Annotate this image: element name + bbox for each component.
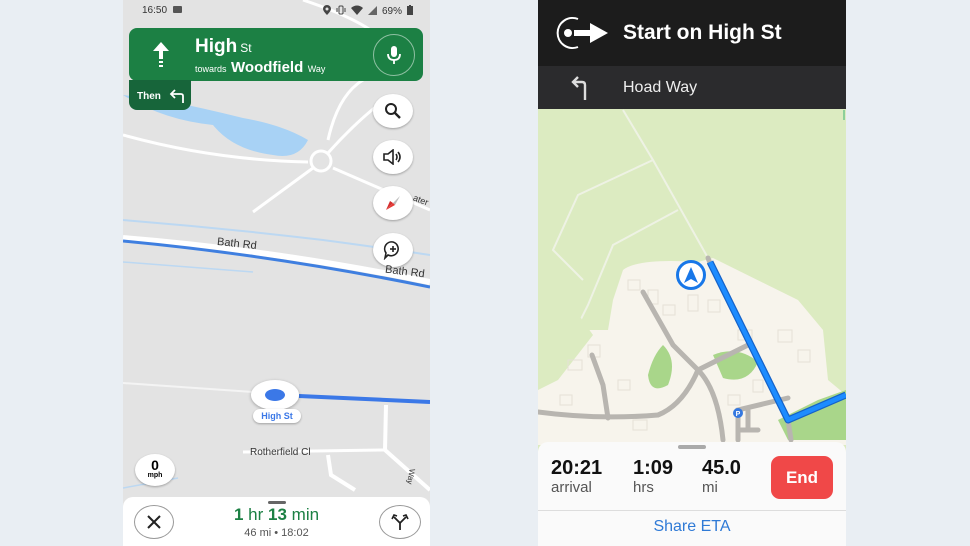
svg-text:P: P — [736, 411, 741, 418]
add-report-icon — [383, 241, 399, 260]
vibrate-icon — [336, 5, 346, 18]
arrival-label: arrival — [551, 479, 592, 496]
maneuver-banner[interactable]: High St towards Woodfield Way — [129, 28, 423, 81]
volume-button[interactable] — [373, 140, 413, 174]
turn-left-icon — [169, 89, 184, 103]
volume-icon — [383, 149, 401, 165]
battery-icon — [407, 5, 413, 18]
divider — [538, 510, 846, 511]
start-route-icon — [556, 17, 608, 49]
trip-distance: 46 mi — [244, 527, 272, 539]
status-bar: 16:50 69% — [123, 0, 430, 22]
distance-stat: 45.0 mi — [702, 457, 741, 497]
eta-minutes-unit: min — [291, 505, 320, 524]
towards-suffix: Way — [307, 64, 326, 74]
straight-arrow-icon — [153, 42, 169, 67]
wifi-icon — [350, 5, 363, 18]
navigation-arrow-icon — [684, 267, 698, 283]
duration-stat: 1:09 hrs — [633, 457, 673, 497]
mic-icon — [387, 46, 401, 64]
speed-value: 0 — [151, 457, 159, 473]
next-street-label: Hoad Way — [623, 79, 698, 96]
arrival-value: 20:21 — [551, 457, 603, 479]
search-icon — [385, 103, 401, 119]
drag-handle[interactable] — [268, 501, 286, 504]
search-button[interactable] — [373, 94, 413, 128]
compass-button[interactable] — [373, 186, 413, 220]
stream — [123, 261, 254, 273]
street-suffix: St — [240, 41, 252, 55]
status-time: 16:50 — [142, 5, 168, 16]
then-label: Then — [137, 91, 161, 102]
speed-unit: mph — [147, 472, 163, 479]
footpath — [551, 159, 654, 281]
drag-handle[interactable] — [678, 445, 706, 449]
arrival-time: 18:02 — [281, 527, 309, 539]
eta-hours: 1 — [233, 505, 244, 524]
road — [123, 382, 254, 393]
towards-line: towards Woodfield Way — [195, 59, 325, 76]
then-banner[interactable]: Then — [129, 80, 191, 110]
current-location-marker — [676, 260, 706, 290]
duration-label: hrs — [633, 479, 654, 496]
roundabout — [309, 149, 333, 173]
compass-icon — [386, 196, 400, 210]
road — [252, 166, 314, 214]
signal-icon — [367, 5, 377, 18]
towards-street: Woodfield — [231, 59, 304, 76]
current-location-marker — [251, 380, 299, 410]
maneuver-street: High St — [195, 36, 252, 58]
arrival-stat: 20:21 arrival — [551, 457, 602, 497]
end-route-button[interactable]: End — [771, 456, 833, 499]
location-icon — [322, 5, 331, 18]
distance-value: 45.0 — [702, 457, 741, 479]
eta-minutes: 13 — [268, 505, 287, 524]
next-maneuver-banner[interactable]: Hoad Way — [538, 66, 846, 109]
duration-value: 1:09 — [633, 457, 674, 479]
speedometer: 0 mph — [135, 454, 175, 486]
distance-label: mi — [702, 479, 718, 496]
street-name: High — [195, 36, 238, 57]
share-eta-button[interactable]: Share ETA — [538, 518, 846, 536]
trip-summary-panel[interactable]: 1 hr 13 min 46 mi • 18:02 — [123, 497, 430, 546]
eta-hours-unit: hr — [248, 505, 264, 524]
trip-summary-panel[interactable]: 20:21 arrival 1:09 hrs 45.0 mi End Share… — [538, 442, 846, 546]
google-maps-screen: 16:50 69% High St towards Woodfield Way T… — [123, 0, 430, 546]
footpath — [622, 109, 709, 259]
road — [326, 454, 357, 492]
turn-left-icon — [571, 76, 587, 100]
maneuver-title: Start on High St — [623, 21, 782, 44]
alternate-routes-icon — [391, 514, 409, 530]
current-street-label: High St — [253, 409, 301, 423]
image-notification-icon — [173, 6, 182, 13]
apple-maps-screen: P Start on High St Hoad Way 20:21 arriva… — [538, 0, 846, 546]
maneuver-banner[interactable]: Start on High St — [538, 0, 846, 66]
towards-label: towards — [195, 64, 227, 74]
alternate-routes-button[interactable] — [379, 505, 421, 539]
voice-search-button[interactable] — [373, 34, 415, 76]
location-dot — [265, 389, 285, 401]
battery-percent: 69% — [381, 6, 402, 17]
route-line — [298, 394, 430, 404]
add-report-button[interactable] — [373, 233, 413, 267]
map-label-rotherfield: Rotherfield Cl — [250, 447, 311, 458]
separator: • — [274, 527, 279, 539]
